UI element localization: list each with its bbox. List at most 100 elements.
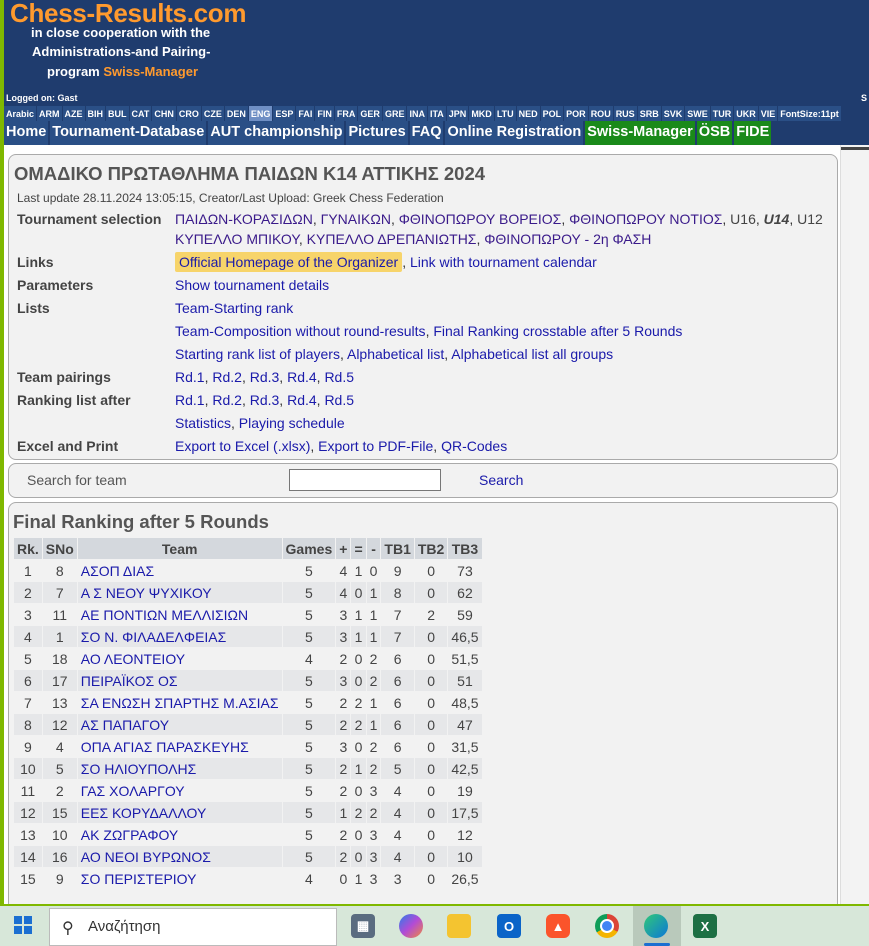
- nav-home[interactable]: Home: [4, 121, 49, 145]
- nav-fide[interactable]: FIDE: [734, 121, 772, 145]
- team-link[interactable]: ΑΣ ΠΑΠΑΓΟΥ: [76, 713, 283, 736]
- team-link[interactable]: ΓΑΣ ΧΟΛΑΡΓΟΥ: [76, 779, 283, 802]
- lists3-link-0[interactable]: Starting rank list of players: [175, 346, 340, 362]
- team-link[interactable]: ΕΕΣ ΚΟΡΥΔΑΛΛΟΥ: [76, 801, 283, 824]
- ranking-round-link-2[interactable]: Rd.3: [250, 392, 280, 408]
- nav-tournament-database[interactable]: Tournament-Database: [50, 121, 207, 145]
- lang-ina[interactable]: INA: [407, 106, 427, 121]
- lang-ltu[interactable]: LTU: [494, 106, 516, 121]
- copilot-icon[interactable]: [399, 914, 423, 938]
- pairing-round-link-4[interactable]: Rd.5: [324, 369, 354, 385]
- selection-link-6[interactable]: U12: [797, 211, 823, 227]
- lang-fontsize11pt[interactable]: FontSize:11pt: [778, 106, 841, 121]
- team-link[interactable]: ΑΣΟΠ ΔΙΑΣ: [76, 559, 283, 582]
- selection-link-3[interactable]: ΦΘΙΝΟΠΩΡΟΥ ΝΟΤΙΟΣ: [569, 211, 722, 227]
- nav-aut-championship[interactable]: AUT championship: [208, 121, 345, 145]
- calculator-icon[interactable]: ▦: [351, 914, 375, 938]
- nav-swiss-manager[interactable]: Swiss-Manager: [585, 121, 695, 145]
- lang-pol[interactable]: POL: [540, 106, 564, 121]
- nav-pictures[interactable]: Pictures: [346, 121, 408, 145]
- lang-eng[interactable]: ENG: [248, 106, 273, 121]
- lists2-link-0[interactable]: Team-Composition without round-results: [175, 323, 426, 339]
- stats-link-0[interactable]: Statistics: [175, 415, 231, 431]
- team-link[interactable]: ΑΕ ΠΟΝΤΙΩΝ ΜΕΛΛΙΣΙΩΝ: [76, 603, 283, 626]
- export-link-1[interactable]: Export to PDF-File: [318, 438, 433, 454]
- ranking-round-link-4[interactable]: Rd.5: [324, 392, 354, 408]
- lang-jpn[interactable]: JPN: [446, 106, 469, 121]
- nav-faq[interactable]: FAQ: [409, 121, 444, 145]
- lists2-link-1[interactable]: Final Ranking crosstable after 5 Rounds: [433, 323, 682, 339]
- team-link[interactable]: ΣΑ ΕΝΩΣΗ ΣΠΑΡΤΗΣ Μ.ΑΣΙΑΣ: [76, 691, 283, 714]
- lang-svk[interactable]: SVK: [661, 106, 685, 121]
- lang-esp[interactable]: ESP: [273, 106, 296, 121]
- windows-start-icon[interactable]: [14, 916, 32, 934]
- lang-ger[interactable]: GER: [358, 106, 382, 121]
- selection2-link-0[interactable]: ΚΥΠΕΛΛΟ ΜΠΙΚΟΥ: [175, 231, 299, 247]
- pairing-round-link-0[interactable]: Rd.1: [175, 369, 205, 385]
- lang-arm[interactable]: ARM: [37, 106, 62, 121]
- team-link[interactable]: Α Σ ΝΕΟΥ ΨΥΧΙΚΟΥ: [76, 581, 283, 604]
- lang-rus[interactable]: RUS: [613, 106, 637, 121]
- search-input[interactable]: [289, 469, 441, 491]
- stats-link-1[interactable]: Playing schedule: [239, 415, 345, 431]
- selection-link-0[interactable]: ΠΑΙΔΩΝ-ΚΟΡΑΣΙΔΩΝ: [175, 211, 313, 227]
- lang-bul[interactable]: BUL: [106, 106, 129, 121]
- lang-mkd[interactable]: MKD: [469, 106, 494, 121]
- lang-ita[interactable]: ITA: [427, 106, 446, 121]
- search-button[interactable]: Search: [479, 472, 523, 488]
- lang-por[interactable]: POR: [564, 106, 588, 121]
- excel-icon[interactable]: X: [693, 914, 717, 938]
- lang-aze[interactable]: AZE: [62, 106, 85, 121]
- team-link[interactable]: ΟΠΑ ΑΓΙΑΣ ΠΑΡΑΣΚΕΥΗΣ: [76, 735, 283, 758]
- swiss-manager-link[interactable]: Swiss-Manager: [103, 64, 198, 79]
- selection-link-2[interactable]: ΦΘΙΝΟΠΩΡΟΥ ΒΟΡΕΙΟΣ: [399, 211, 562, 227]
- edge-icon[interactable]: [644, 914, 668, 938]
- chrome-icon[interactable]: [595, 914, 619, 938]
- ranking-round-link-1[interactable]: Rd.2: [212, 392, 242, 408]
- outlook-icon[interactable]: O: [497, 914, 521, 938]
- nav--sb[interactable]: ÖSB: [696, 121, 733, 145]
- ranking-round-link-0[interactable]: Rd.1: [175, 392, 205, 408]
- lang-ukr[interactable]: UKR: [734, 106, 758, 121]
- lang-fin[interactable]: FIN: [315, 106, 334, 121]
- team-link[interactable]: ΠΕΙΡΑΪΚΟΣ ΟΣ: [76, 669, 283, 692]
- lang-cze[interactable]: CZE: [201, 106, 224, 121]
- pairing-round-link-2[interactable]: Rd.3: [250, 369, 280, 385]
- team-link[interactable]: ΑΚ ΖΩΓΡΑΦΟΥ: [76, 823, 283, 846]
- selection-link-1[interactable]: ΓΥΝΑΙΚΩΝ: [321, 211, 391, 227]
- ranking-round-link-3[interactable]: Rd.4: [287, 392, 317, 408]
- lang-ned[interactable]: NED: [516, 106, 540, 121]
- team-link[interactable]: ΣΟ ΠΕΡΙΣΤΕΡΙΟΥ: [76, 867, 283, 890]
- selection-link-4[interactable]: U16: [730, 211, 756, 227]
- lang-den[interactable]: DEN: [224, 106, 248, 121]
- export-link-2[interactable]: QR-Codes: [441, 438, 507, 454]
- file-explorer-icon[interactable]: [447, 914, 471, 938]
- pairing-round-link-3[interactable]: Rd.4: [287, 369, 317, 385]
- lang-srb[interactable]: SRB: [637, 106, 661, 121]
- lang-tur[interactable]: TUR: [710, 106, 734, 121]
- calendar-link[interactable]: Link with tournament calendar: [410, 254, 597, 270]
- tournament-details-link[interactable]: Show tournament details: [175, 277, 329, 293]
- lang-rou[interactable]: ROU: [588, 106, 613, 121]
- lang-gre[interactable]: GRE: [382, 106, 407, 121]
- team-link[interactable]: ΣΟ Ν. ΦΙΛΑΔΕΛΦΕΙΑΣ: [76, 625, 283, 648]
- nav-online-registration[interactable]: Online Registration: [445, 121, 584, 145]
- brave-icon[interactable]: ▲: [546, 914, 570, 938]
- lang-arabic[interactable]: Arabic: [4, 106, 37, 121]
- organizer-homepage-link[interactable]: Official Homepage of the Organizer: [175, 252, 403, 272]
- pairing-round-link-1[interactable]: Rd.2: [212, 369, 242, 385]
- selection2-link-2[interactable]: ΦΘΙΝΟΠΩΡΟΥ - 2η ΦΑΣΗ: [484, 231, 651, 247]
- lang-swe[interactable]: SWE: [685, 106, 710, 121]
- lang-cro[interactable]: CRO: [176, 106, 201, 121]
- lists3-link-2[interactable]: Alphabetical list all groups: [451, 346, 613, 362]
- team-link[interactable]: ΑΟ ΝΕΟΙ ΒΥΡΩΝΟΣ: [76, 845, 283, 868]
- selection2-link-1[interactable]: ΚΥΠΕΛΛΟ ΔΡΕΠΑΝΙΩΤΗΣ: [307, 231, 477, 247]
- export-link-0[interactable]: Export to Excel (.xlsx): [175, 438, 310, 454]
- lang-bih[interactable]: BIH: [85, 106, 106, 121]
- team-starting-rank-link[interactable]: Team-Starting rank: [175, 300, 293, 316]
- lists3-link-1[interactable]: Alphabetical list: [347, 346, 444, 362]
- taskbar-search[interactable]: ⚲ Αναζήτηση: [49, 908, 337, 946]
- lang-cat[interactable]: CAT: [129, 106, 152, 121]
- team-link[interactable]: ΑΟ ΛΕΟΝΤΕΙΟΥ: [76, 647, 283, 670]
- lang-vie[interactable]: VIE: [758, 106, 778, 121]
